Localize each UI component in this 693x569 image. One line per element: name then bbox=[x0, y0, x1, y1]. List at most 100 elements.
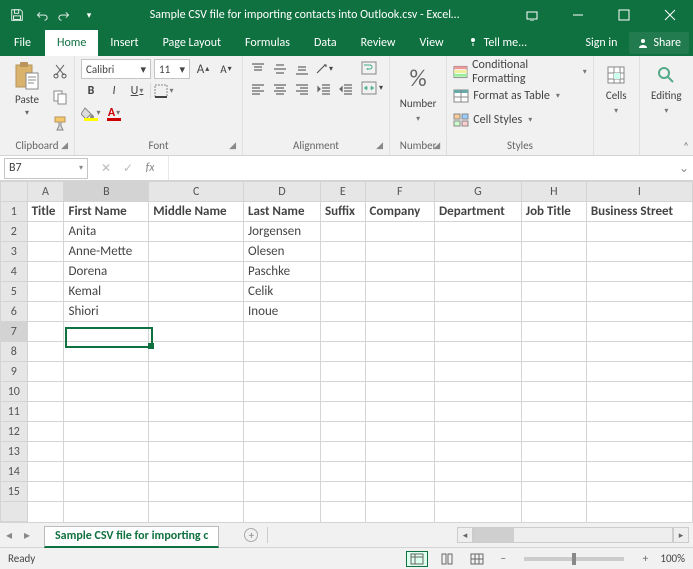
cell-D5[interactable]: Celik bbox=[244, 282, 321, 302]
horizontal-scrollbar[interactable]: ◂ ▸ bbox=[272, 527, 693, 543]
cell-F8[interactable] bbox=[365, 342, 434, 362]
cell-D2[interactable]: Jorgensen bbox=[244, 222, 321, 242]
cell-E2[interactable] bbox=[320, 222, 365, 242]
cell-H14[interactable] bbox=[521, 462, 586, 482]
font-color-button[interactable]: A▾ bbox=[104, 103, 124, 123]
col-header-C[interactable]: C bbox=[149, 182, 244, 202]
copy-icon[interactable] bbox=[52, 89, 68, 109]
cell-D11[interactable] bbox=[244, 402, 321, 422]
cell-H13[interactable] bbox=[521, 442, 586, 462]
cell-E10[interactable] bbox=[320, 382, 365, 402]
cell-B12[interactable] bbox=[64, 422, 149, 442]
cell-A9[interactable] bbox=[27, 362, 64, 382]
cell-I4[interactable] bbox=[586, 262, 692, 282]
expand-formula-bar-icon[interactable]: ⌄ bbox=[675, 161, 693, 176]
normal-view-icon[interactable] bbox=[406, 551, 428, 567]
col-header-A[interactable]: A bbox=[27, 182, 64, 202]
underline-button[interactable]: U▾ bbox=[127, 81, 147, 101]
sign-in-button[interactable]: Sign in bbox=[573, 30, 629, 56]
cell-F10[interactable] bbox=[365, 382, 434, 402]
cell-F13[interactable] bbox=[365, 442, 434, 462]
cell-F2[interactable] bbox=[365, 222, 434, 242]
font-size-selector[interactable]: 11▾ bbox=[154, 59, 190, 79]
row-header-9[interactable]: 9 bbox=[1, 362, 28, 382]
col-header-H[interactable]: H bbox=[521, 182, 586, 202]
cell-I3[interactable] bbox=[586, 242, 692, 262]
cell-B5[interactable]: Kemal bbox=[64, 282, 149, 302]
cell-A4[interactable] bbox=[27, 262, 64, 282]
cell-I7[interactable] bbox=[586, 322, 692, 342]
row-header-10[interactable]: 10 bbox=[1, 382, 28, 402]
increase-indent-icon[interactable] bbox=[337, 81, 355, 97]
page-break-view-icon[interactable] bbox=[466, 551, 488, 567]
align-middle-icon[interactable] bbox=[271, 61, 289, 77]
cell-styles-button[interactable]: Cell Styles▾ bbox=[453, 109, 532, 131]
cell-C2[interactable] bbox=[149, 222, 244, 242]
editing-icon[interactable] bbox=[656, 65, 676, 85]
cell-H10[interactable] bbox=[521, 382, 586, 402]
cell-H4[interactable] bbox=[521, 262, 586, 282]
cell-D7[interactable] bbox=[244, 322, 321, 342]
cell-C13[interactable] bbox=[149, 442, 244, 462]
cell-C1[interactable]: Middle Name bbox=[149, 202, 244, 222]
sheet-nav-prev-icon[interactable]: ◂ bbox=[0, 528, 18, 543]
cell-A1[interactable]: Title bbox=[27, 202, 64, 222]
cell-D4[interactable]: Paschke bbox=[244, 262, 321, 282]
redo-icon[interactable] bbox=[54, 4, 76, 26]
page-layout-view-icon[interactable] bbox=[436, 551, 458, 567]
cell-C14[interactable] bbox=[149, 462, 244, 482]
cell-G14[interactable] bbox=[434, 462, 521, 482]
cell-D12[interactable] bbox=[244, 422, 321, 442]
cell-B8[interactable] bbox=[64, 342, 149, 362]
cell-E9[interactable] bbox=[320, 362, 365, 382]
format-painter-icon[interactable] bbox=[52, 115, 68, 135]
cell-E4[interactable] bbox=[320, 262, 365, 282]
align-center-icon[interactable] bbox=[271, 81, 289, 97]
border-button[interactable]: ▾ bbox=[154, 81, 174, 101]
cell-F7[interactable] bbox=[365, 322, 434, 342]
tab-file[interactable]: File bbox=[0, 30, 45, 56]
cell-I9[interactable] bbox=[586, 362, 692, 382]
cells-button[interactable]: Cells bbox=[606, 89, 627, 102]
cell-A8[interactable] bbox=[27, 342, 64, 362]
cell-B1[interactable]: First Name bbox=[64, 202, 149, 222]
cell-C8[interactable] bbox=[149, 342, 244, 362]
cell-F11[interactable] bbox=[365, 402, 434, 422]
cell-C12[interactable] bbox=[149, 422, 244, 442]
cell-I10[interactable] bbox=[586, 382, 692, 402]
editing-button[interactable]: Editing bbox=[651, 89, 682, 102]
maximize-button[interactable] bbox=[601, 0, 647, 30]
cell-B9[interactable] bbox=[64, 362, 149, 382]
col-header-G[interactable]: G bbox=[434, 182, 521, 202]
scroll-right-icon[interactable]: ▸ bbox=[673, 527, 689, 543]
cell-H8[interactable] bbox=[521, 342, 586, 362]
cell-G3[interactable] bbox=[434, 242, 521, 262]
cell-A5[interactable] bbox=[27, 282, 64, 302]
align-right-icon[interactable] bbox=[293, 81, 311, 97]
cell-E6[interactable] bbox=[320, 302, 365, 322]
cell-C10[interactable] bbox=[149, 382, 244, 402]
cell-G4[interactable] bbox=[434, 262, 521, 282]
zoom-in-button[interactable]: + bbox=[638, 552, 652, 565]
undo-icon[interactable] bbox=[30, 4, 52, 26]
cell-B10[interactable] bbox=[64, 382, 149, 402]
cell-H9[interactable] bbox=[521, 362, 586, 382]
cell-C15[interactable] bbox=[149, 482, 244, 502]
tell-me-search[interactable]: Tell me... bbox=[456, 30, 540, 56]
cell-F4[interactable] bbox=[365, 262, 434, 282]
tab-review[interactable]: Review bbox=[349, 30, 408, 56]
cell-I15[interactable] bbox=[586, 482, 692, 502]
cell-A7[interactable] bbox=[27, 322, 64, 342]
cell-B2[interactable]: Anita bbox=[64, 222, 149, 242]
italic-button[interactable]: I bbox=[104, 81, 124, 101]
cell-B13[interactable] bbox=[64, 442, 149, 462]
cancel-formula-icon[interactable]: ✕ bbox=[96, 158, 116, 178]
cell-F9[interactable] bbox=[365, 362, 434, 382]
select-all-corner[interactable] bbox=[1, 182, 28, 202]
paste-button[interactable]: Paste ▾ bbox=[6, 59, 48, 118]
cell-E14[interactable] bbox=[320, 462, 365, 482]
cell-C6[interactable] bbox=[149, 302, 244, 322]
row-header-8[interactable]: 8 bbox=[1, 342, 28, 362]
align-top-icon[interactable] bbox=[249, 61, 267, 77]
name-box[interactable]: B7▾ bbox=[4, 158, 88, 179]
